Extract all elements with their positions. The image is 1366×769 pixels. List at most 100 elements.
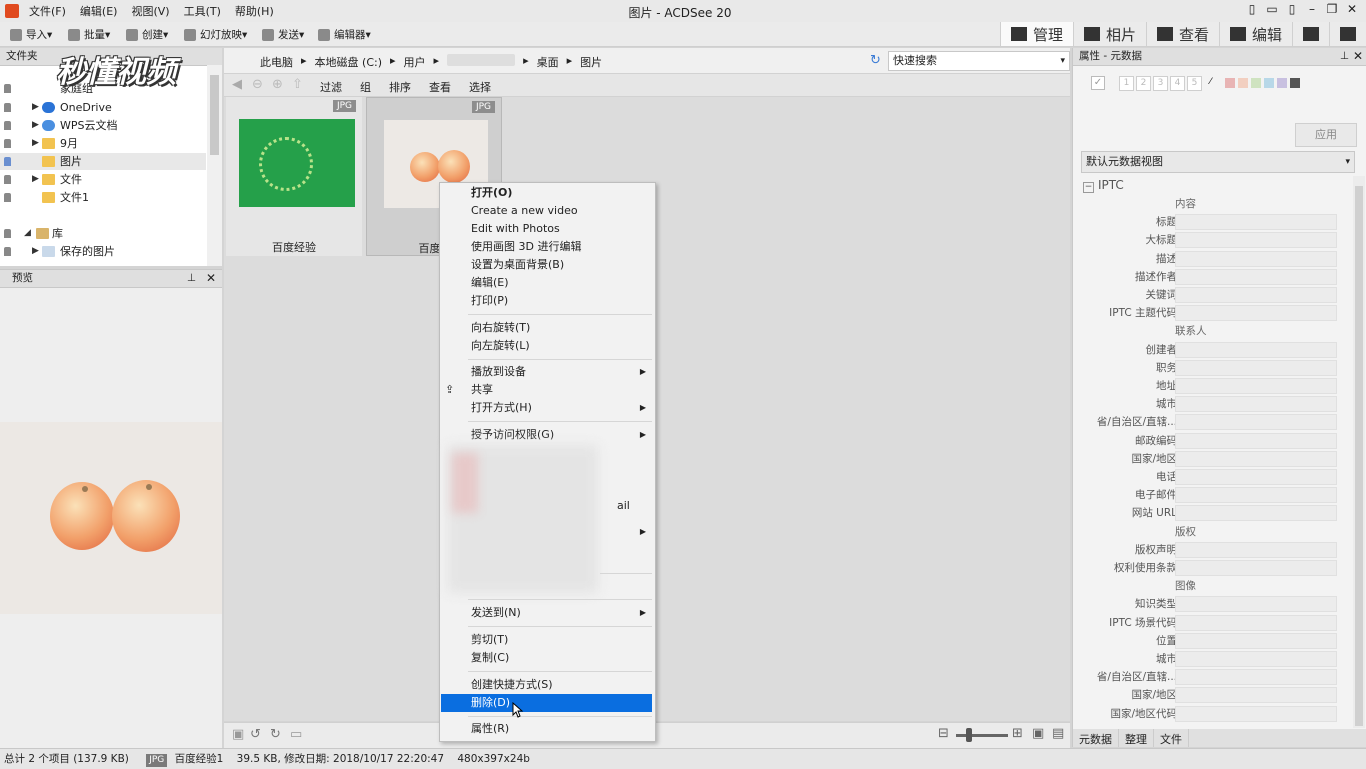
field-input[interactable]	[1175, 414, 1337, 431]
menu-item-copy[interactable]: 复制(C)	[441, 649, 652, 667]
menu-item-create-video[interactable]: Create a new video	[441, 202, 652, 220]
folder-tab[interactable]: 文件夹	[0, 50, 38, 62]
menu-view[interactable]: 视图(V)	[124, 3, 176, 19]
color-label-5[interactable]	[1277, 78, 1287, 88]
field-input[interactable]	[1175, 651, 1337, 667]
sort-button[interactable]: 排序	[389, 79, 411, 95]
select-button[interactable]: 选择	[469, 79, 491, 95]
menu-item-edit[interactable]: 编辑(E)	[441, 274, 652, 292]
layout-icon[interactable]: ▯	[1242, 2, 1262, 16]
rating-5[interactable]: 5	[1187, 76, 1202, 91]
tree-item-library[interactable]: ◢ 库	[0, 225, 206, 242]
apply-button[interactable]: 应用	[1295, 123, 1357, 147]
pin-icon[interactable]: ⊥	[1340, 48, 1349, 65]
tree-item-sept[interactable]: ▶ 9月	[0, 135, 206, 152]
mode-view[interactable]: 查看	[1145, 22, 1219, 46]
field-input[interactable]	[1175, 541, 1337, 558]
menu-item-delete[interactable]: 删除(D)	[441, 694, 652, 712]
field-input[interactable]	[1175, 378, 1337, 394]
back-circle-icon[interactable]: ⊖	[252, 77, 263, 92]
crumb-username-blurred[interactable]	[447, 54, 516, 66]
field-input[interactable]	[1175, 487, 1337, 504]
field-input[interactable]	[1175, 687, 1337, 704]
field-input[interactable]	[1175, 505, 1337, 522]
tree-item-wps[interactable]: ▶ WPS云文档	[0, 117, 206, 134]
field-input[interactable]	[1175, 287, 1337, 303]
menu-item-rotate-right[interactable]: 向右旋转(T)	[441, 319, 652, 337]
close-icon[interactable]: ✕	[206, 270, 216, 287]
menu-item-properties[interactable]: 属性(R)	[441, 720, 652, 738]
field-input[interactable]	[1175, 250, 1337, 267]
menu-item-cut[interactable]: 剪切(T)	[441, 631, 652, 649]
pin-icon[interactable]	[4, 84, 11, 93]
field-input[interactable]	[1175, 669, 1337, 686]
zoom-slider-thumb[interactable]	[966, 728, 972, 742]
mode-dashboard[interactable]	[1292, 22, 1329, 46]
field-input[interactable]	[1175, 432, 1337, 449]
refresh-icon[interactable]: ↻	[870, 53, 881, 68]
close-icon[interactable]: ✕	[1353, 48, 1363, 65]
forward-circle-icon[interactable]: ⊕	[272, 77, 283, 92]
restore-button[interactable]: ❐	[1322, 2, 1342, 16]
field-input[interactable]	[1175, 396, 1337, 413]
menu-item-open[interactable]: 打开(O)	[441, 184, 652, 202]
tree-item-saved-pictures[interactable]: ▶ 保存的图片	[0, 243, 206, 260]
pin-icon[interactable]	[4, 121, 11, 130]
zoom-out-icon[interactable]: ⊟	[938, 726, 949, 741]
batch-button[interactable]: 批量 ▾	[68, 27, 110, 42]
field-input[interactable]	[1175, 232, 1337, 249]
tab-metadata[interactable]: 元数据	[1073, 729, 1119, 747]
menu-item-open-with[interactable]: 打开方式(H) ▶	[441, 399, 652, 417]
pin-icon[interactable]	[4, 247, 11, 256]
pin-icon[interactable]: ⊥	[187, 270, 196, 287]
close-button[interactable]: ✕	[1342, 2, 1362, 16]
field-input[interactable]	[1175, 341, 1337, 358]
tab-organize[interactable]: 整理	[1119, 729, 1154, 747]
field-input[interactable]	[1175, 450, 1337, 467]
zoom-in-icon[interactable]: ⊞	[1012, 726, 1023, 741]
layout-icon-2[interactable]: ▭	[1262, 2, 1282, 16]
tag-checkbox[interactable]: ✓	[1091, 76, 1105, 90]
import-button[interactable]: 导入 ▾	[10, 27, 52, 42]
menu-item-edit-with-photos[interactable]: Edit with Photos	[441, 220, 652, 238]
menu-item-set-wallpaper[interactable]: 设置为桌面背景(B)	[441, 256, 652, 274]
menu-item-share[interactable]: ⇪ 共享	[441, 381, 652, 399]
editor-button[interactable]: 编辑器 ▾	[318, 27, 371, 42]
field-input[interactable]	[1175, 632, 1337, 649]
field-input[interactable]	[1175, 359, 1337, 376]
rating-4[interactable]: 4	[1170, 76, 1185, 91]
rotate-left-icon[interactable]: ↺	[250, 727, 261, 742]
filter-button[interactable]: 过滤	[320, 79, 342, 95]
rotate-right-icon[interactable]: ↻	[270, 727, 281, 742]
preview-tab[interactable]: 预览	[0, 272, 33, 284]
list-view-icon[interactable]: ▤	[1052, 726, 1064, 741]
send-button[interactable]: 发送 ▾	[262, 27, 304, 42]
pin-icon[interactable]	[4, 193, 11, 202]
menu-item-grant-access[interactable]: 授予访问权限(G) ▶	[441, 426, 652, 444]
image-icon[interactable]: ▣	[232, 727, 244, 742]
menu-item-rotate-left[interactable]: 向左旋转(L)	[441, 337, 652, 355]
pin-icon[interactable]	[4, 157, 11, 166]
clear-rating-icon[interactable]: ⁄	[1204, 76, 1217, 89]
mode-photos[interactable]: 相片	[1072, 22, 1146, 46]
crumb-this-pc[interactable]: 此电脑	[260, 54, 293, 70]
field-input[interactable]	[1175, 305, 1337, 322]
mode-edit[interactable]: 编辑	[1218, 22, 1292, 46]
slideshow-button[interactable]: 幻灯放映 ▾	[184, 27, 247, 42]
collapse-arrow-icon[interactable]: ◢	[24, 225, 31, 242]
thumbnail-item[interactable]: JPG 百度经验	[226, 97, 362, 256]
color-label-6[interactable]	[1290, 78, 1300, 88]
field-input[interactable]	[1175, 596, 1337, 613]
up-icon[interactable]: ⇧	[292, 77, 303, 92]
iptc-section-toggle[interactable]: − IPTC	[1083, 178, 1124, 193]
color-label-2[interactable]	[1238, 78, 1248, 88]
create-button[interactable]: 创建 ▾	[126, 27, 168, 42]
pin-icon[interactable]	[4, 103, 11, 112]
thumbnail-view-icon[interactable]: ▣	[1032, 726, 1044, 741]
field-input[interactable]	[1175, 705, 1337, 722]
mode-manage[interactable]: 管理	[999, 22, 1073, 46]
pin-icon[interactable]	[4, 229, 11, 238]
group-button[interactable]: 组	[360, 79, 371, 95]
field-input[interactable]	[1175, 560, 1337, 576]
properties-scrollbar[interactable]	[1353, 176, 1365, 728]
